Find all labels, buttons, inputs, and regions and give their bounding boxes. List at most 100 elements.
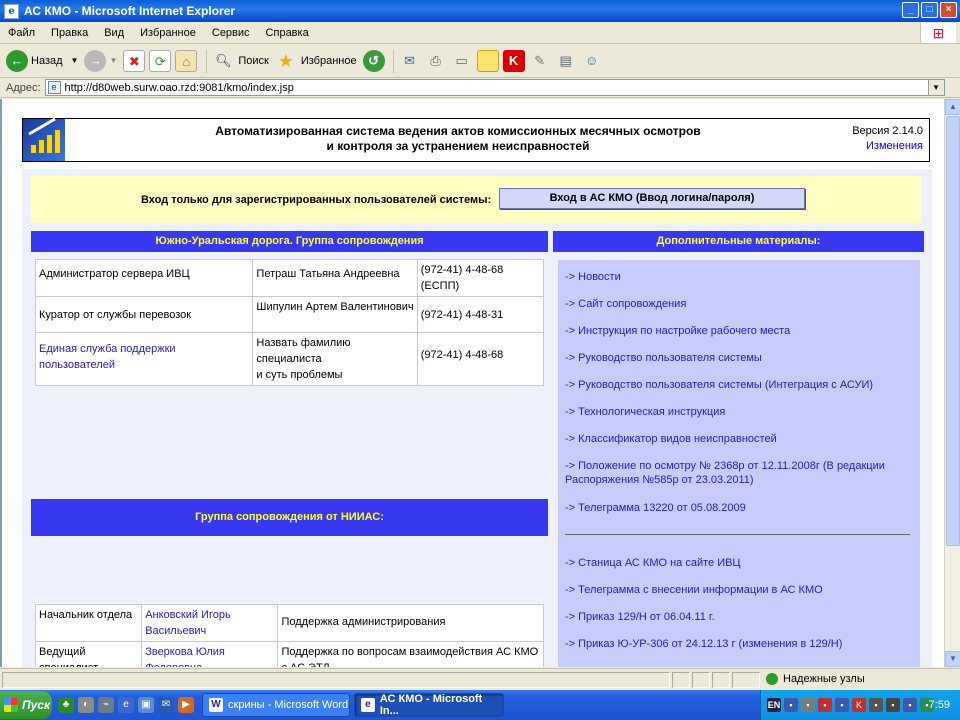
- telegram-info-link[interactable]: -> Телеграмма с внесении информации в АС…: [565, 583, 915, 597]
- status-cell: [692, 672, 710, 688]
- people-icon[interactable]: ☺: [581, 50, 603, 72]
- page-viewport: Автоматизированная система ведения актов…: [0, 99, 944, 667]
- changes-link[interactable]: Изменения: [852, 139, 923, 154]
- user-guide-asui-link[interactable]: -> Руководство пользователя системы (Инт…: [565, 378, 915, 392]
- stop-icon[interactable]: ✖: [123, 49, 146, 72]
- forward-button[interactable]: → ▼: [84, 49, 117, 72]
- page-header: Автоматизированная система ведения актов…: [22, 117, 930, 162]
- tray-icon[interactable]: ▪: [835, 698, 849, 712]
- address-input[interactable]: e http://d80web.surw.oao.rzd:9081/kmo/in…: [44, 79, 945, 96]
- support-link[interactable]: Единая служба поддержки пользователей: [39, 343, 176, 371]
- menu-file[interactable]: Файл: [0, 27, 43, 39]
- group1-title: Южно-Уральская дорога. Группа сопровожде…: [31, 231, 548, 252]
- news-link[interactable]: -> Новости: [565, 270, 915, 284]
- window-titlebar[interactable]: e АС КМО - Microsoft Internet Explorer _…: [0, 0, 960, 22]
- menu-edit[interactable]: Правка: [43, 27, 96, 39]
- tray-icon[interactable]: ▪: [801, 698, 815, 712]
- taskbar-item-word[interactable]: W скрины - Microsoft Word: [202, 693, 350, 717]
- edit-icon[interactable]: ▭: [451, 50, 473, 72]
- print-icon[interactable]: ⎙: [425, 50, 447, 72]
- messenger-icon[interactable]: ✎: [529, 50, 551, 72]
- mouse-icon[interactable]: ◐: [78, 697, 94, 713]
- back-button[interactable]: ← Назад ▼: [6, 49, 79, 72]
- tray-icon[interactable]: ▪: [903, 698, 917, 712]
- back-dropdown-icon[interactable]: ▼: [71, 56, 79, 65]
- scroll-up-button[interactable]: ▲: [945, 99, 960, 115]
- contact-phone: (972-41) 4-48-68: [416, 332, 545, 386]
- ie-icon: e: [4, 3, 19, 19]
- status-cell: [712, 672, 730, 688]
- network-icon[interactable]: ⌁: [98, 697, 114, 713]
- language-indicator[interactable]: EN: [767, 698, 781, 712]
- start-button[interactable]: Пуск: [0, 691, 52, 719]
- history-icon[interactable]: ↺: [362, 49, 385, 72]
- contact-person-link[interactable]: Зверкова Юлия Федоровна: [145, 646, 225, 667]
- user-guide-link[interactable]: -> Руководство пользователя системы: [565, 351, 915, 365]
- menu-view[interactable]: Вид: [96, 27, 132, 39]
- media-icon[interactable]: ▶: [178, 697, 194, 713]
- links-divider: [565, 534, 910, 535]
- contact-person-cell: Анковский Игорь Васильевич: [141, 604, 279, 642]
- support-site-link[interactable]: -> Сайт сопровождения: [565, 297, 915, 311]
- table-row: Куратор от службы перевозок Шипулин Арте…: [34, 296, 545, 333]
- inspection-regulation-link[interactable]: -> Положение по осмотру № 2368р от 12.11…: [565, 459, 915, 487]
- scroll-down-button[interactable]: ▼: [945, 651, 960, 667]
- address-dropdown-icon[interactable]: ▼: [927, 80, 944, 95]
- login-button[interactable]: Вход в АС КМО (Ввод логина/пароля): [499, 188, 805, 209]
- favorites-button[interactable]: ★ Избранное: [275, 50, 357, 72]
- search-button[interactable]: 🔍︎ Поиск: [212, 50, 269, 72]
- menu-help[interactable]: Справка: [258, 27, 317, 39]
- tech-instruction-link[interactable]: -> Технологическая инструкция: [565, 405, 915, 419]
- home-icon[interactable]: ⌂: [175, 49, 198, 72]
- logo-bars: [31, 130, 60, 153]
- outlook-icon[interactable]: ✉: [158, 697, 174, 713]
- group1-contacts-table: Администратор сервера ИВЦ Петраш Татьяна…: [34, 259, 545, 386]
- group2-contacts-table: Начальник отдела Анковский Игорь Василье…: [34, 604, 544, 667]
- forward-dropdown-icon[interactable]: ▼: [109, 56, 117, 65]
- menu-favorites[interactable]: Избранное: [132, 27, 204, 39]
- defects-classifier-link[interactable]: -> Классификатор видов неисправностей: [565, 432, 915, 446]
- page-title: Автоматизированная система ведения актов…: [73, 124, 843, 154]
- tray-icon[interactable]: ▪: [886, 698, 900, 712]
- tree-icon[interactable]: ♣: [58, 697, 74, 713]
- order-129n-link[interactable]: -> Приказ 129/Н от 06.04.11 г.: [565, 610, 915, 624]
- kaspersky-tray-icon[interactable]: K: [852, 698, 866, 712]
- contact-person-cell: Зверкова Юлия Федоровна: [141, 641, 279, 667]
- tray-icon[interactable]: ▪: [869, 698, 883, 712]
- scroll-thumb[interactable]: [946, 116, 960, 546]
- table-row: Единая служба поддержки пользователей На…: [34, 332, 545, 386]
- setup-guide-link[interactable]: -> Инструкция по настройке рабочего мест…: [565, 324, 915, 338]
- ie-quick-icon[interactable]: e: [118, 697, 134, 713]
- table-row: Администратор сервера ИВЦ Петраш Татьяна…: [34, 259, 545, 297]
- refresh-icon[interactable]: ⟳: [149, 49, 172, 72]
- contact-person-link[interactable]: Анковский Игорь Васильевич: [145, 609, 231, 637]
- kaspersky-icon[interactable]: K: [502, 49, 525, 72]
- page-icon: e: [47, 81, 61, 94]
- table-row: Ведущий специалист Зверкова Юлия Федоров…: [34, 641, 544, 667]
- telegram-13220-link[interactable]: -> Телеграмма 13220 от 05.08.2009: [565, 501, 915, 515]
- contact-role: Начальник отдела: [34, 604, 143, 642]
- extra-title: Дополнительные материалы:: [553, 231, 924, 252]
- address-url: http://d80web.surw.oao.rzd:9081/kmo/inde…: [64, 81, 294, 94]
- back-label: Назад: [31, 54, 63, 67]
- desktop-icon[interactable]: ▣: [138, 697, 154, 713]
- clock[interactable]: 7:59: [929, 699, 950, 711]
- taskbar-item-ie[interactable]: e АС КМО - Microsoft In...: [354, 693, 504, 717]
- window-controls: _ □ ×: [902, 2, 957, 18]
- maximize-button[interactable]: □: [921, 2, 938, 18]
- ie-task-icon: e: [361, 698, 375, 712]
- tray-icon[interactable]: ▪: [818, 698, 832, 712]
- research-icon[interactable]: ▤: [555, 50, 577, 72]
- note-icon[interactable]: [476, 49, 499, 72]
- status-cell: [672, 672, 690, 688]
- vertical-scrollbar[interactable]: ▲ ▼: [944, 99, 960, 667]
- mail-icon[interactable]: ✉: [399, 50, 421, 72]
- contact-task: Поддержка по вопросам взаимодействия АС …: [277, 641, 544, 667]
- minimize-button[interactable]: _: [902, 2, 919, 18]
- close-button[interactable]: ×: [940, 2, 957, 18]
- ivc-page-link[interactable]: -> Станица АС КМО на сайте ИВЦ: [565, 556, 915, 570]
- contact-person: Петраш Татьяна Андреевна: [252, 259, 418, 297]
- menu-tools[interactable]: Сервис: [204, 27, 258, 39]
- order-306-link[interactable]: -> Приказ Ю-УР-306 от 24.12.13 г (измене…: [565, 637, 915, 651]
- tray-icon[interactable]: ▪: [784, 698, 798, 712]
